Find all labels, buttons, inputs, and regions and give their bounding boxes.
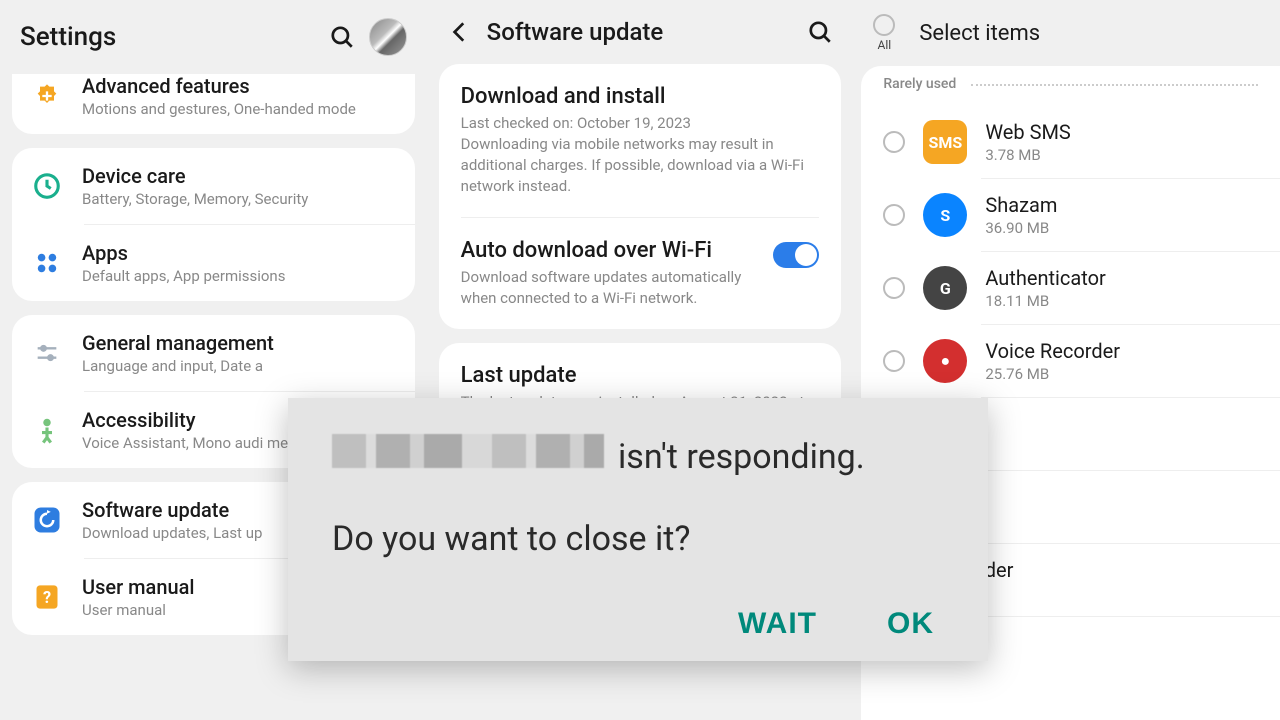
- app-icon: SMS: [923, 120, 967, 164]
- checkbox-icon: [873, 14, 895, 36]
- item-title: Device care: [82, 164, 397, 188]
- settings-header: Settings: [0, 0, 427, 74]
- refresh-icon: [30, 503, 64, 537]
- app-icon: G: [923, 266, 967, 310]
- item-sub: Default apps, App permissions: [82, 267, 397, 285]
- item-title: Apps: [82, 241, 397, 265]
- dialog-message-1: isn't responding.: [332, 434, 944, 477]
- swu-sub: Last checked on: October 19, 2023Downloa…: [461, 113, 820, 197]
- person-icon: [30, 413, 64, 447]
- swu-title: Auto download over Wi-Fi: [461, 238, 820, 263]
- ok-button[interactable]: OK: [887, 607, 934, 641]
- select-all[interactable]: All: [873, 14, 895, 52]
- app-name: Shazam: [985, 193, 1258, 217]
- manual-icon: ?: [30, 580, 64, 614]
- checkbox-icon[interactable]: [883, 277, 905, 299]
- svg-text:?: ?: [43, 588, 51, 607]
- anr-dialog: isn't responding. Do you want to close i…: [288, 398, 988, 661]
- software-update-title: Software update: [487, 18, 794, 46]
- app-size: 18.11 MB: [985, 292, 1258, 310]
- app-row-authenticator[interactable]: G Authenticator 18.11 MB: [861, 252, 1280, 324]
- app-icon: ●: [923, 339, 967, 383]
- settings-item-advanced-features[interactable]: Advanced features Motions and gestures, …: [12, 74, 415, 134]
- item-sub: Motions and gestures, One-handed mode: [82, 100, 397, 118]
- swu-title: Last update: [461, 363, 820, 388]
- item-sub: Battery, Storage, Memory, Security: [82, 190, 397, 208]
- swu-item-download-and-install[interactable]: Download and install Last checked on: Oc…: [461, 64, 820, 217]
- wait-button[interactable]: WAIT: [738, 607, 817, 641]
- settings-item-apps[interactable]: Apps Default apps, App permissions: [12, 225, 415, 301]
- search-icon[interactable]: [329, 24, 355, 50]
- item-sub: Language and input, Date a: [82, 357, 397, 375]
- swu-title: Download and install: [461, 84, 820, 109]
- app-name: Voice Recorder: [985, 339, 1258, 363]
- app-row-voice-recorder[interactable]: ● Voice Recorder 25.76 MB: [861, 325, 1280, 397]
- sliders-icon: [30, 336, 64, 370]
- select-items-title: Select items: [919, 21, 1040, 46]
- item-title: Advanced features: [82, 74, 397, 98]
- app-row-web-sms[interactable]: SMS Web SMS 3.78 MB: [861, 106, 1280, 178]
- settings-item-device-care[interactable]: Device care Battery, Storage, Memory, Se…: [12, 148, 415, 224]
- back-icon[interactable]: [447, 19, 473, 45]
- plus-icon: [30, 79, 64, 113]
- app-name: Authenticator: [985, 266, 1258, 290]
- app-size: 25.76 MB: [985, 365, 1258, 383]
- checkbox-icon[interactable]: [883, 131, 905, 153]
- apps-icon: [30, 246, 64, 280]
- toggle-switch[interactable]: [773, 242, 819, 268]
- checkbox-icon[interactable]: [883, 350, 905, 372]
- app-icon: S: [923, 193, 967, 237]
- app-row-shazam[interactable]: S Shazam 36.90 MB: [861, 179, 1280, 251]
- avatar[interactable]: [369, 18, 407, 56]
- app-size: 3.78 MB: [985, 146, 1258, 164]
- section-rarely-used: Rarely used: [861, 66, 1280, 106]
- app-name: Web SMS: [985, 120, 1258, 144]
- search-icon[interactable]: [807, 19, 833, 45]
- select-all-label: All: [878, 38, 892, 52]
- swu-sub: Download software updates automatically …: [461, 267, 820, 309]
- swu-item-auto-download-over-wi-fi[interactable]: Auto download over Wi-Fi Download softwa…: [461, 217, 820, 329]
- item-title: General management: [82, 331, 397, 355]
- dialog-message-2: Do you want to close it?: [332, 519, 944, 559]
- settings-item-general-management[interactable]: General management Language and input, D…: [12, 315, 415, 391]
- checkbox-icon[interactable]: [883, 204, 905, 226]
- settings-title: Settings: [20, 22, 315, 52]
- app-size: 36.90 MB: [985, 219, 1258, 237]
- redacted-app-name: [332, 434, 604, 468]
- devicecare-icon: [30, 169, 64, 203]
